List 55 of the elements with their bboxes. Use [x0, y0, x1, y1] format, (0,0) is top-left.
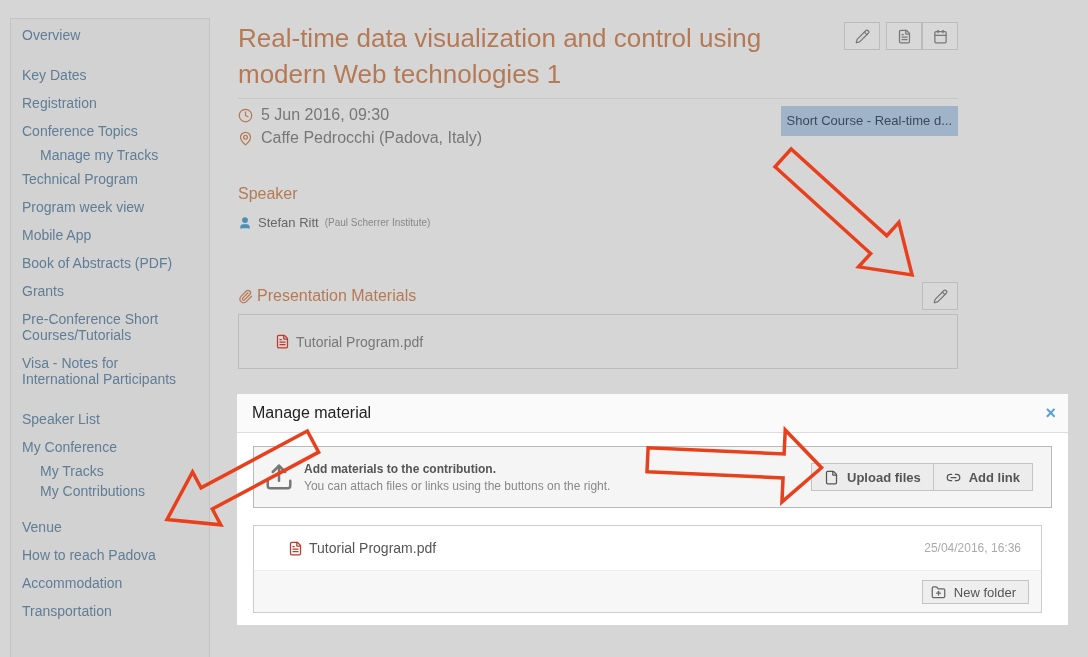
sidebar-link[interactable]: How to reach Padova [22, 541, 156, 569]
file-date: 25/04/2016, 16:36 [924, 541, 1021, 555]
sidebar-link[interactable]: Manage my Tracks [22, 145, 159, 165]
calendar-icon [932, 28, 948, 44]
close-button[interactable]: × [1045, 402, 1056, 424]
sidebar-link[interactable]: Grants [22, 277, 64, 305]
sidebar-link[interactable]: Overview [22, 21, 81, 49]
file-link[interactable]: Tutorial Program.pdf [296, 333, 424, 350]
sidebar-link[interactable]: Visa - Notes for International Participants [22, 349, 197, 393]
dialog-title: Manage material [252, 404, 372, 422]
pdf-file-icon [275, 334, 290, 349]
sidebar-link[interactable]: Registration [22, 89, 97, 117]
sidebar-link[interactable]: Speaker List [22, 405, 100, 433]
pencil-icon [932, 288, 948, 304]
add-link-button[interactable]: Add link [933, 463, 1033, 491]
file-icon [824, 469, 840, 485]
info-title: Add materials to the contribution. [304, 461, 497, 476]
sidebar-link[interactable]: My Tracks [22, 461, 104, 481]
sidebar-link[interactable]: My Contributions [22, 481, 146, 501]
pdf-file-icon [288, 540, 303, 556]
pdf-button[interactable] [886, 22, 922, 50]
sidebar-link[interactable]: My Conference [22, 433, 117, 461]
file-name[interactable]: Tutorial Program.pdf [309, 540, 437, 556]
sidebar-link[interactable]: Book of Abstracts (PDF) [22, 249, 173, 277]
location: Caffe Pedrocchi (Padova, Italy) [261, 129, 483, 147]
contribution-title: Real-time data visualization and control using modern Web technologies 1 [238, 22, 763, 91]
session-tag[interactable]: Short Course - Real-time d... [780, 106, 958, 136]
sidebar-link[interactable]: Venue [22, 513, 62, 541]
paperclip-icon [238, 288, 253, 304]
upload-button[interactable]: Upload files [811, 463, 934, 491]
sidebar-link[interactable]: Transportation [22, 597, 112, 625]
sidebar-link[interactable]: Mobile App [22, 221, 92, 249]
sidebar-link[interactable]: Accommodation [22, 569, 123, 597]
edit-button[interactable] [844, 22, 880, 50]
person-icon [238, 215, 252, 230]
sidebar-link[interactable]: Key Dates [22, 61, 87, 89]
date-time: 5 Jun 2016, 09:30 [261, 106, 390, 124]
upload-icon [264, 462, 294, 492]
pencil-icon [854, 28, 870, 44]
new-folder-button[interactable]: New folder [921, 580, 1029, 604]
folder-plus-icon [930, 584, 946, 600]
speaker-affiliation: (Paul Scherrer Institute) [324, 217, 431, 228]
document-icon [896, 28, 912, 44]
sidebar-link[interactable]: Technical Program [22, 165, 138, 193]
info-text: You can attach files or links using the buttons on the right. [304, 478, 612, 493]
sidebar-link[interactable]: Program week view [22, 193, 145, 221]
speaker-name: Stefan Ritt [258, 215, 319, 230]
section-heading: Presentation Materials [257, 287, 417, 305]
edit-button[interactable] [922, 282, 958, 310]
section-heading: Speaker [238, 185, 299, 203]
calendar-button[interactable] [922, 22, 958, 50]
sidebar-link[interactable]: Pre-Conference Short Courses/Tutorials [22, 305, 197, 349]
location-pin-icon [238, 130, 253, 146]
clock-icon [238, 107, 253, 123]
sidebar-link[interactable]: Conference Topics [22, 117, 138, 145]
